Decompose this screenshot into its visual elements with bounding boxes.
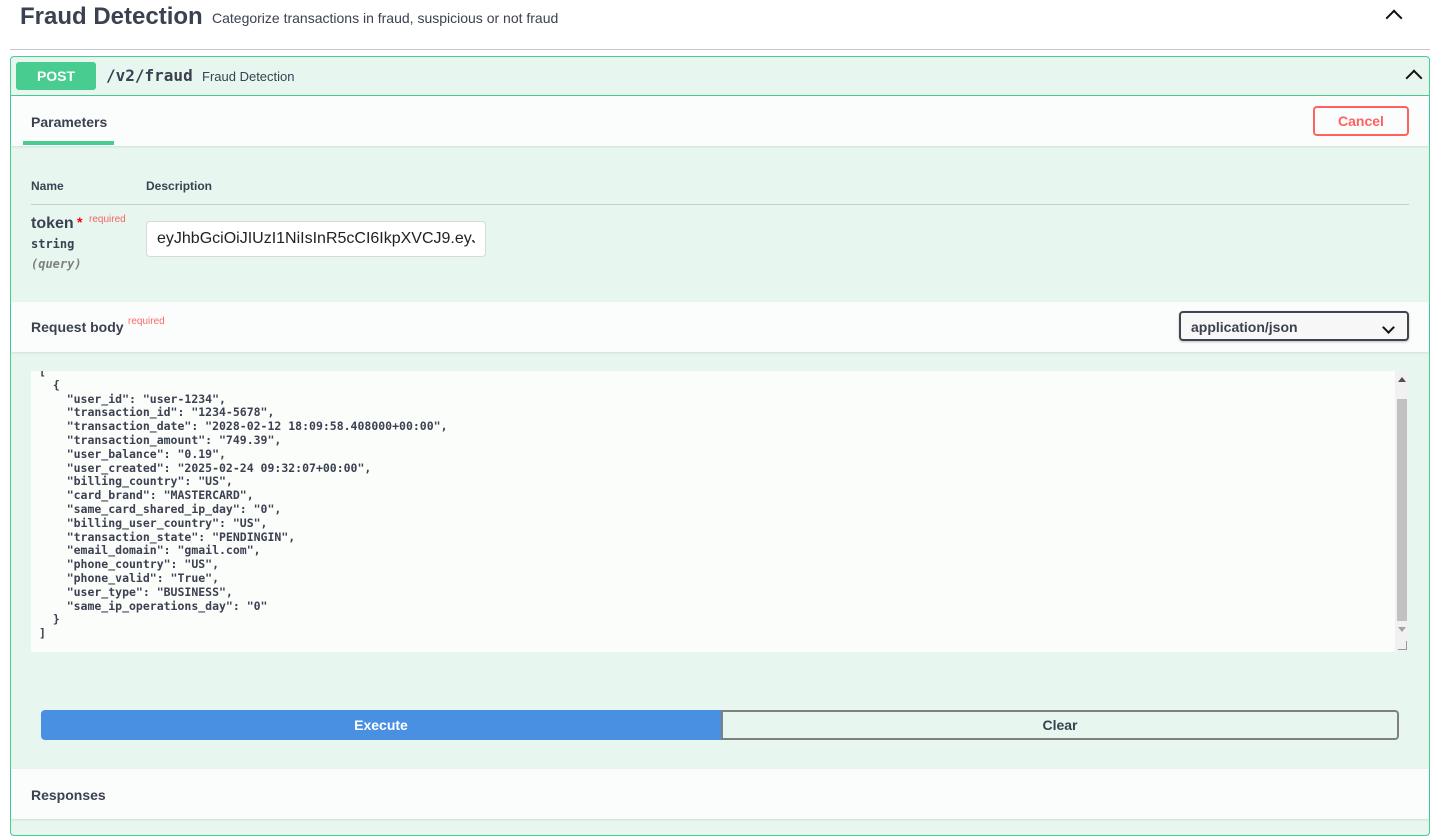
scroll-up-arrow-icon[interactable] [1398,377,1406,382]
request-body-header: Request body required application/json [11,302,1429,352]
responses-title: Responses [31,787,106,803]
operation-summary-text: Fraud Detection [202,69,295,84]
scrollbar[interactable] [1395,371,1409,652]
token-input[interactable] [146,221,486,257]
request-body-title: Request body [31,319,124,335]
scroll-down-arrow-icon[interactable] [1398,627,1406,632]
request-body-editor[interactable]: [ { "user_id": "user-1234", "transaction… [31,371,1409,652]
required-label: required [89,214,126,225]
resize-handle-icon[interactable] [1398,641,1407,650]
param-location: (query) [31,257,82,271]
param-type: string [31,237,75,251]
responses-header: Responses [11,769,1429,819]
tag-description: Categorize transactions in fraud, suspic… [212,10,559,26]
cancel-button[interactable]: Cancel [1313,106,1409,136]
parameters-header: Parameters Cancel [11,96,1429,146]
chevron-up-icon[interactable] [1405,69,1423,87]
tag-title: Fraud Detection [20,3,203,30]
content-type-value: application/json [1191,319,1298,335]
execute-button[interactable]: Execute [41,710,721,740]
required-label: required [128,316,165,327]
content-type-select[interactable]: application/json [1179,311,1409,341]
tab-parameters[interactable]: Parameters [23,96,114,145]
column-header-name: Name [31,179,64,193]
operation-block: POST /v2/fraud Fraud Detection Parameter… [10,56,1430,836]
scrollbar-thumb[interactable] [1397,399,1407,621]
clear-button[interactable]: Clear [721,710,1399,740]
operation-summary[interactable]: POST /v2/fraud Fraud Detection [11,57,1429,96]
tab-parameters-label: Parameters [31,114,108,130]
chevron-up-icon[interactable] [1385,9,1403,27]
divider [31,204,1409,205]
method-badge: POST [16,62,96,90]
request-body-json[interactable]: [ { "user_id": "user-1234", "transaction… [39,371,448,641]
param-name-token: token [31,215,74,232]
operation-path: /v2/fraud [106,66,193,85]
required-star: * [77,214,83,230]
tag-header[interactable]: Fraud Detection Categorize transactions … [10,0,1430,50]
column-header-description: Description [146,179,213,193]
